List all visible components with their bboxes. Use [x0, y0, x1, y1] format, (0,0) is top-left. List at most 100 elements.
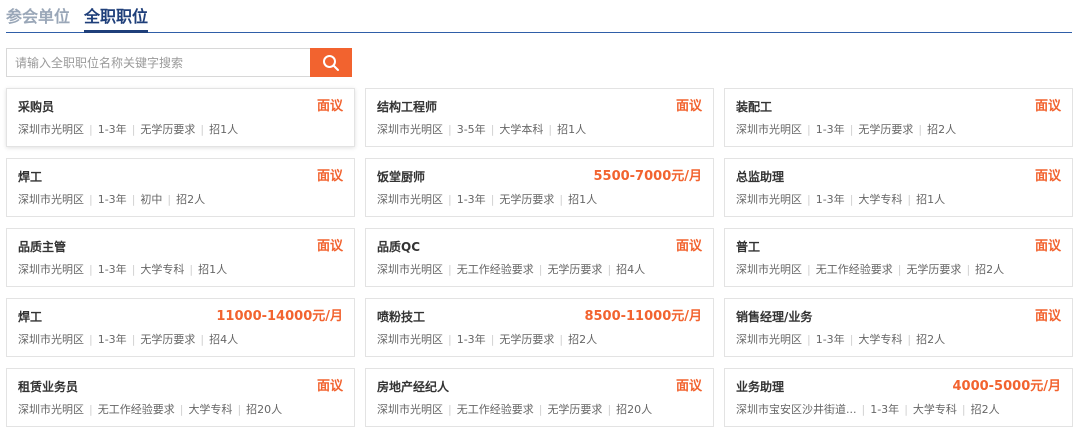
job-title: 装配工 — [736, 100, 773, 114]
job-meta-item: 深圳市光明区 — [377, 193, 443, 206]
job-meta-item: 1-3年 — [870, 403, 900, 416]
job-meta-item: 招2人 — [568, 333, 598, 346]
job-card[interactable]: 焊工 面议 深圳市光明区 | 1-3年 | 初中 | 招2人 — [6, 158, 355, 217]
meta-separator: | — [907, 193, 912, 206]
job-title: 饭堂厨师 — [377, 170, 426, 184]
job-meta: 深圳市光明区 | 1-3年 | 无学历要求 | 招1人 — [377, 193, 597, 207]
job-meta: 深圳市光明区 | 1-3年 | 大学专科 | 招1人 — [736, 193, 945, 207]
job-card[interactable]: 焊工 11000-14000元/月 深圳市光明区 | 1-3年 | 无学历要求 | 招4人 — [6, 298, 355, 357]
meta-separator: | — [448, 403, 452, 416]
search-icon — [323, 54, 339, 71]
job-meta-item: 无学历要求 — [547, 403, 603, 416]
job-meta: 深圳市光明区 | 1-3年 | 大学专科 | 招1人 — [18, 263, 227, 277]
search-button[interactable] — [310, 48, 352, 77]
job-card[interactable]: 品质QC 面议 深圳市光明区 | 无工作经验要求 | 无学历要求 | 招4人 — [365, 228, 714, 287]
job-salary: 面议 — [316, 379, 343, 394]
meta-separator: | — [961, 403, 966, 416]
job-meta-item: 1-3年 — [97, 263, 127, 276]
meta-separator: | — [89, 193, 93, 206]
meta-separator: | — [448, 333, 452, 346]
meta-separator: | — [189, 263, 194, 276]
job-title: 普工 — [736, 240, 761, 254]
meta-separator: | — [607, 263, 612, 276]
job-card[interactable]: 总监助理 面议 深圳市光明区 | 1-3年 | 大学专科 | 招1人 — [724, 158, 1073, 217]
meta-separator: | — [849, 333, 854, 346]
job-card[interactable]: 租赁业务员 面议 深圳市光明区 | 无工作经验要求 | 大学专科 | 招20人 — [6, 368, 355, 427]
meta-separator: | — [559, 333, 564, 346]
job-meta-item: 招4人 — [616, 263, 646, 276]
job-card[interactable]: 销售经理/业务 面议 深圳市光明区 | 1-3年 | 大学专科 | 招2人 — [724, 298, 1073, 357]
job-title: 品质QC — [377, 240, 421, 254]
meta-separator: | — [89, 403, 93, 416]
meta-separator: | — [904, 403, 908, 416]
meta-separator: | — [131, 123, 136, 136]
job-meta-item: 招4人 — [209, 333, 239, 346]
job-title: 品质主管 — [18, 240, 67, 254]
job-salary: 5500-7000元/月 — [593, 169, 702, 184]
job-meta: 深圳市光明区 | 1-3年 | 无学历要求 | 招4人 — [18, 333, 238, 347]
job-title: 房地产经纪人 — [377, 380, 450, 394]
job-meta-item: 无学历要求 — [906, 263, 962, 276]
meta-separator: | — [538, 403, 543, 416]
job-card[interactable]: 业务助理 4000-5000元/月 深圳市宝安区沙井街道... | 1-3年 | 大学专科 |… — [724, 368, 1073, 427]
job-meta-item: 招2人 — [970, 403, 1000, 416]
meta-separator: | — [559, 193, 564, 206]
job-title: 结构工程师 — [377, 100, 438, 114]
job-meta: 深圳市光明区 | 无工作经验要求 | 大学专科 | 招20人 — [18, 403, 282, 417]
job-card[interactable]: 装配工 面议深圳市光明区 | 1-3年 | 无学历要求 | 招2人 — [724, 88, 1073, 147]
job-grid: 采购员 面议 深圳市光明区 | 1-3年 | 无学历要求 | 招1人 结构工程师 面议 深圳市光明区 |… — [6, 88, 1073, 427]
job-meta-item: 1-3年 — [97, 193, 127, 206]
job-meta-item: 无学历要求 — [858, 123, 914, 136]
job-card[interactable]: 普工 面议 深圳市光明区 | 无工作经验要求 | 无学历要求 | 招2人 — [724, 228, 1073, 287]
meta-separator: | — [200, 333, 205, 346]
job-salary: 面议 — [1034, 239, 1061, 254]
job-meta-item: 深圳市光明区 — [736, 263, 802, 276]
job-meta-item: 招1人 — [198, 263, 228, 276]
job-salary: 面议 — [675, 379, 702, 394]
meta-separator: | — [200, 123, 205, 136]
job-meta-item: 深圳市光明区 — [377, 333, 443, 346]
job-title: 销售经理/业务 — [736, 310, 813, 324]
meta-separator: | — [237, 403, 242, 416]
meta-separator: | — [131, 193, 136, 206]
job-meta: 深圳市光明区 | 1-3年 | 无学历要求 | 招2人 — [736, 123, 956, 137]
job-meta-item: 深圳市光明区 — [736, 193, 802, 206]
job-card[interactable]: 房地产经纪人 面议 深圳市光明区 | 无工作经验要求 | 无学历要求 | 招20人 — [365, 368, 714, 427]
meta-separator: | — [131, 333, 136, 346]
job-salary: 11000-14000元/月 — [216, 309, 343, 324]
job-title: 喷粉技工 — [377, 310, 426, 324]
tab-exhibitors[interactable]: 参会单位 — [6, 6, 70, 28]
job-meta-item: 深圳市光明区 — [18, 403, 84, 416]
job-meta-item: 无工作经验要求 — [97, 403, 175, 416]
tab-fulltime-jobs[interactable]: 全职职位 — [84, 6, 149, 33]
job-meta-item: 无学历要求 — [547, 263, 603, 276]
job-meta-item: 1-3年 — [815, 193, 845, 206]
meta-separator: | — [89, 263, 93, 276]
job-meta: 深圳市光明区 | 1-3年 | 初中 | 招2人 — [18, 193, 205, 207]
job-card[interactable]: 饭堂厨师 5500-7000元/月 深圳市光明区 | 1-3年 | 无学历要求 | 招1人 — [365, 158, 714, 217]
job-title: 业务助理 — [736, 380, 785, 394]
job-card[interactable]: 采购员 面议 深圳市光明区 | 1-3年 | 无学历要求 | 招1人 — [6, 88, 355, 147]
job-meta: 深圳市光明区 | 无工作经验要求 | 无学历要求 | 招2人 — [736, 263, 1004, 277]
job-meta-item: 深圳市宝安区沙井街道... — [736, 403, 857, 416]
job-meta-item: 无学历要求 — [140, 333, 196, 346]
job-meta-item: 招20人 — [246, 403, 283, 416]
job-salary: 面议 — [1034, 99, 1061, 114]
job-card[interactable]: 品质主管 面议 深圳市光明区 | 1-3年 | 大学专科 | 招1人 — [6, 228, 355, 287]
job-meta-item: 大学本科 — [499, 123, 544, 136]
job-title: 焊工 — [18, 310, 43, 324]
search-input[interactable] — [6, 48, 310, 77]
meta-separator: | — [448, 193, 452, 206]
job-meta-item: 招1人 — [916, 193, 946, 206]
job-meta: 深圳市光明区 | 1-3年 | 大学专科 | 招2人 — [736, 333, 945, 347]
meta-separator: | — [490, 193, 495, 206]
job-card[interactable]: 结构工程师 面议 深圳市光明区 | 3-5年 | 大学本科 | 招1人 — [365, 88, 714, 147]
meta-separator: | — [607, 403, 612, 416]
meta-separator: | — [907, 333, 912, 346]
meta-separator: | — [966, 263, 971, 276]
job-card[interactable]: 喷粉技工 8500-11000元/月 深圳市光明区 | 1-3年 | 无学历要求 | 招2人 — [365, 298, 714, 357]
job-meta-item: 深圳市光明区 — [736, 123, 802, 136]
meta-separator: | — [131, 263, 136, 276]
meta-separator: | — [849, 193, 854, 206]
search-bar — [6, 48, 352, 77]
